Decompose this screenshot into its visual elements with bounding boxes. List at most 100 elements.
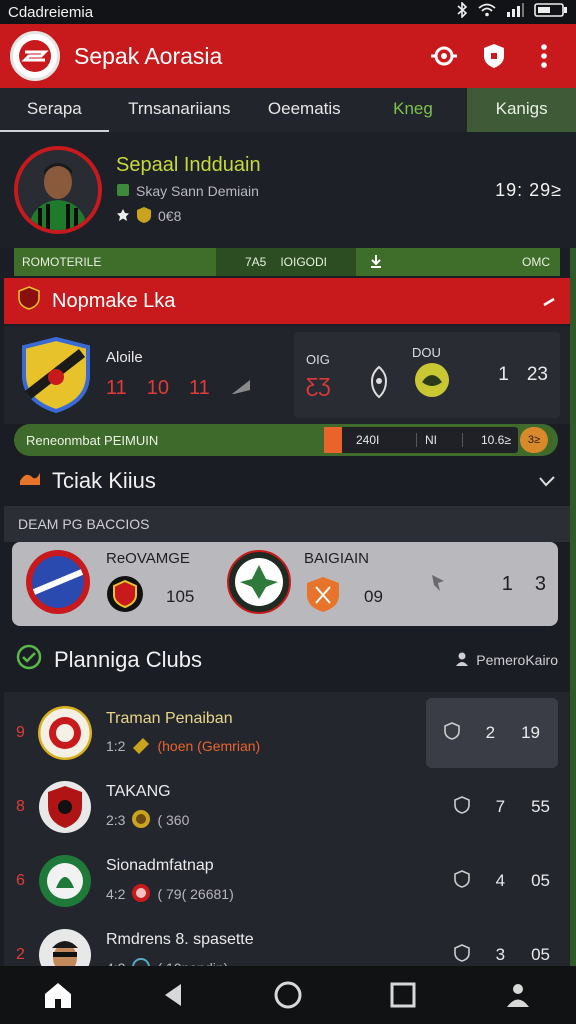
team-small-icon [116,183,130,200]
dial-icon [431,46,457,66]
featured-title: Nopmake Lka [52,289,176,312]
player-subtitle: Skay Sann Demiain [136,183,259,199]
clubs-section-title: Planniga Clubs [54,647,202,672]
club-stats: 3 05 [453,943,558,967]
tab-oeematis[interactable]: Oeematis [250,88,359,132]
more-icon [541,44,547,68]
club-stats: 4 05 [453,869,558,893]
club-name: TAKANG [106,782,171,800]
player-profile[interactable]: Sepaal Indduain Skay Sann Demiain 0€8 19… [0,132,576,248]
ticket-icon [131,736,151,757]
shield-icon [484,44,504,68]
tab-bar: Serapa Trnsanariians Oeematis Kneg Kanig… [0,88,576,132]
club-stat-a: 2 [485,723,496,742]
strip-mid-a: 7A5 [244,255,267,269]
club-detail: ( 79( 26681) [157,886,234,902]
club-rank: 9 [16,724,25,741]
track-section-title: Tciak Kiius [52,468,156,493]
progress-badge: 3≥ [520,427,548,453]
wifi-icon [478,3,496,21]
group-card[interactable]: ReOVAMGE 105 BAIGIAIN 09 1 3 [12,542,558,626]
home-icon [44,983,71,1008]
club-list: 9 Traman Penaiban 1:2 (hoen (Gemrian) 2 … [4,692,570,981]
team-b-crest-icon [226,549,292,620]
group-stat-a: 1 [501,572,513,595]
pin-icon [428,571,448,598]
recents-button[interactable] [373,970,433,1020]
club-detail: (hoen (Gemrian) [157,738,261,754]
club-rank: 8 [16,798,25,815]
tab-serapa[interactable]: Serapa [0,88,109,132]
back-button[interactable] [143,970,203,1020]
star-icon [116,208,130,225]
track-subheader: DEAM PG BACCIOS [4,506,570,542]
medal-icon [131,809,151,832]
assistant-button[interactable] [488,970,548,1020]
info-strip: ROMOTERILE 7A5 IOIGODI OMC [14,248,560,276]
club-crest-icon [38,780,92,834]
clubs-icon [16,644,42,676]
app-title: Sepak Aorasia [74,42,223,69]
club-stat-b: 19 [521,723,540,742]
progress-box-a: 240I [356,433,380,447]
home-circle-button[interactable] [258,970,318,1020]
club-rank: 6 [16,872,25,889]
club-stat-b: 55 [531,797,550,816]
team-a-crest-icon [24,548,92,621]
shield-small-icon [443,721,460,745]
tab-kanigs[interactable]: Kanigs [467,88,576,132]
list-item[interactable]: 8 TAKANG 2:3 ( 360 7 55 [4,770,570,844]
strip-middle: 7A5 IOIGODI [216,248,356,276]
bottom-nav-bar [0,966,576,1024]
back-icon [164,984,181,1006]
club-stat-b: 05 [531,945,550,964]
download-icon[interactable] [356,254,396,271]
app-bar: Sepak Aorasia [0,24,576,88]
shield-small-icon [453,943,470,967]
tab-transactions[interactable]: Trnsanariians [109,88,250,132]
badge-icon [136,206,152,227]
person-icon [454,651,470,670]
club-crest-icon [38,854,92,908]
team-a-small-crest-icon [106,575,144,618]
club-stat-a: 3 [495,945,506,964]
clubs-section-header: Planniga Clubs PemeroKairo [4,634,570,686]
shield-button[interactable] [472,34,516,78]
progress-bar[interactable]: Reneonmbat PEIMUIN 240I NI 10.6≥ 3≥ [14,424,558,456]
club-stat-a: 7 [495,797,506,816]
green-crest-icon [412,363,452,404]
flag-icon [230,376,252,402]
clubs-section-action[interactable]: PemeroKairo [454,651,558,670]
track-icon [18,467,42,495]
collapse-icon[interactable] [538,468,556,494]
strip-left-label: ROMOTERILE [22,255,102,269]
home-button[interactable] [28,970,88,1020]
shield-small-icon [453,869,470,893]
list-item[interactable]: 6 Sionadmfatnap 4:2 ( 79( 26681) 4 05 [4,844,570,918]
detail-tag-2: DOU [412,345,441,360]
list-item[interactable]: 9 Traman Penaiban 1:2 (hoen (Gemrian) 2 … [4,696,570,770]
detail-red-number: ƸƷ [306,375,331,397]
club-name: Traman Penaiban [106,709,233,727]
group-stat-b: 3 [534,572,546,595]
featured-header[interactable]: Nopmake Lka [4,278,570,324]
group-team-a: ReOVAMGE [106,550,190,567]
dial-button[interactable] [422,34,466,78]
clubs-action-label: PemeroKairo [476,652,558,668]
track-section-header[interactable]: Tciak Kiius [4,458,570,504]
progress-box: 240I NI 10.6≥ [324,427,518,453]
score-1: 11 [106,377,127,399]
seal-icon [131,883,151,906]
more-options-button[interactable] [522,34,566,78]
team-name: Aloile [106,348,143,366]
progress-box-b: NI [416,433,462,447]
tab-kneg[interactable]: Kneg [359,88,468,132]
expand-icon[interactable] [542,290,556,313]
battery-icon [534,2,568,22]
player-avatar [14,146,102,234]
match-panel: Aloile 11 10 11 OIG ƸƷ DOU 1 23 [4,326,570,424]
club-stats: 2 19 [425,698,558,768]
team-b-small-crest-icon [304,575,342,618]
club-stats: 7 55 [453,795,558,819]
match-detail-card[interactable]: OIG ƸƷ DOU 1 23 [294,332,560,418]
